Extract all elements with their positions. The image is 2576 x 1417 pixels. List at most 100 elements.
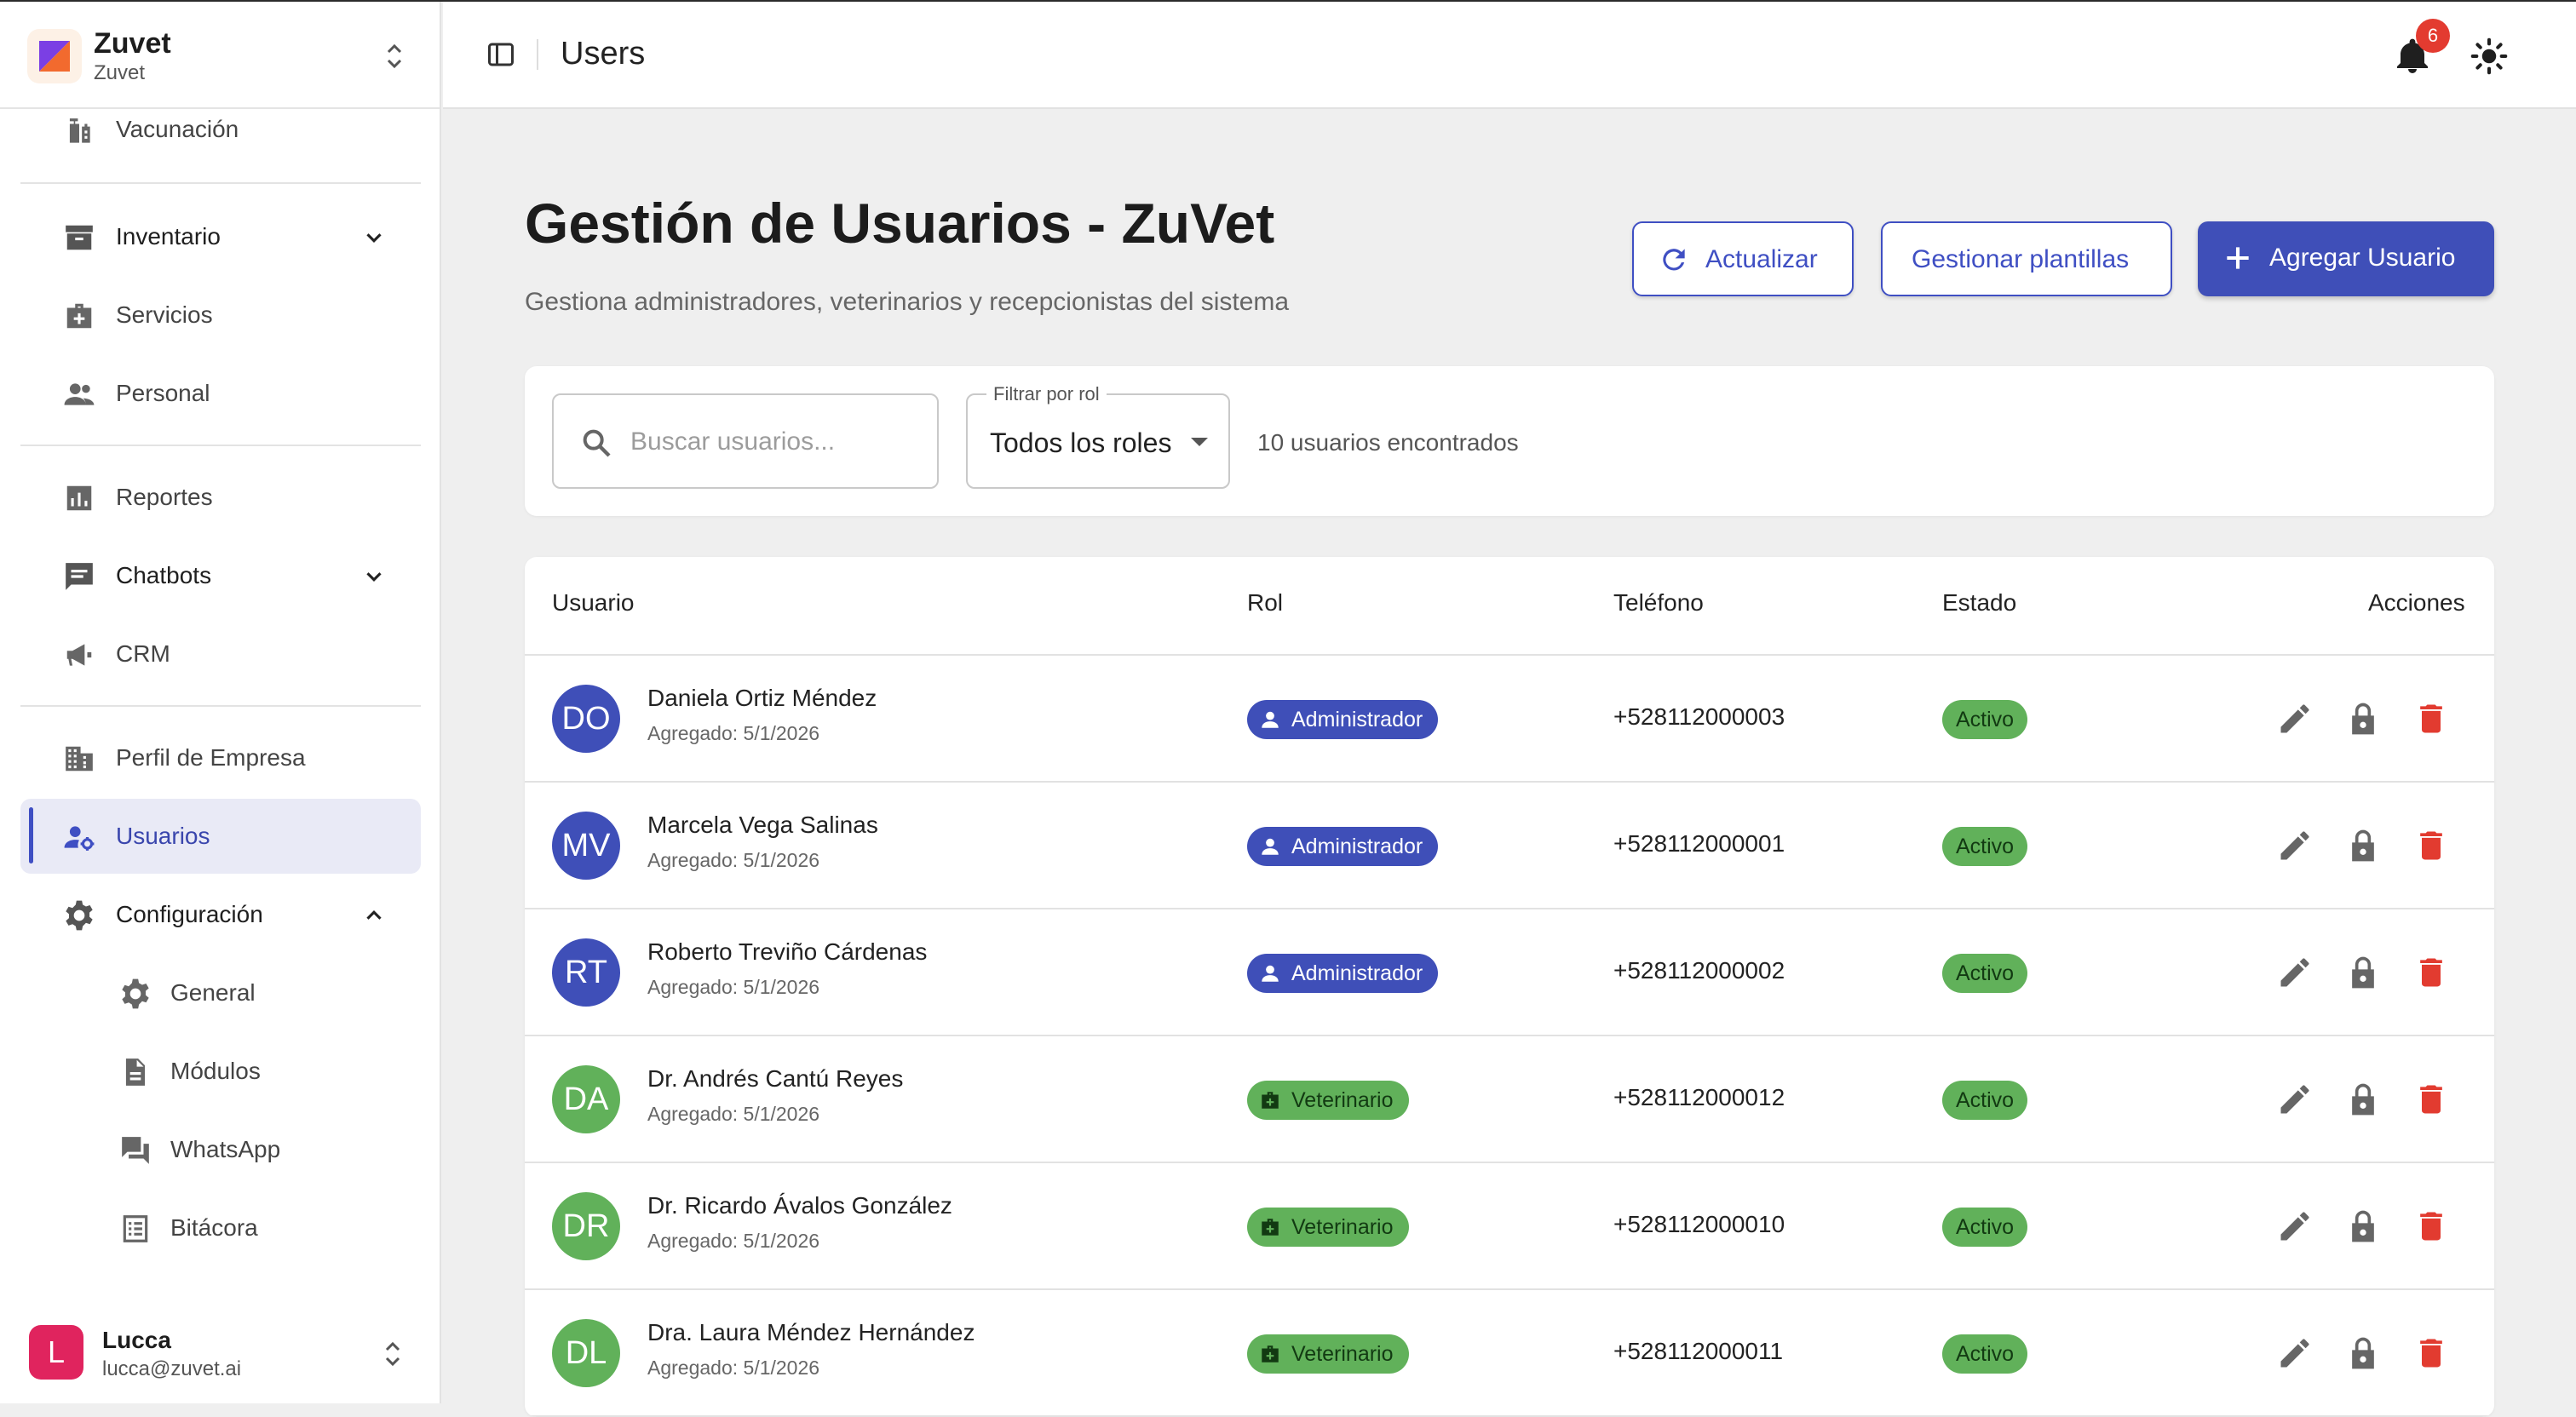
brand-subtitle: Zuvet: [94, 61, 146, 84]
lock-icon[interactable]: [2344, 1334, 2382, 1372]
list-alt-icon: [123, 1215, 148, 1242]
unfold-icon[interactable]: [380, 1337, 405, 1371]
sidebar-item-reportes[interactable]: Reportes: [20, 460, 421, 535]
table-row: RT Roberto Treviño Cárdenas Agregado: 5/…: [525, 909, 2494, 1036]
medical-bag-icon: [1262, 1345, 1279, 1362]
sidebar-divider: [20, 705, 421, 707]
refresh-icon: [1663, 249, 1685, 271]
sidebar-item-configuracion[interactable]: Configuración: [20, 877, 421, 952]
user-account-switcher[interactable]: L Lucca lucca@zuvet.ai: [0, 1305, 440, 1403]
notification-badge: 6: [2416, 19, 2450, 53]
sidebar-item-label: Personal: [116, 380, 210, 406]
user-added-date: Agregado: 5/1/2026: [647, 1103, 820, 1125]
sun-icon[interactable]: [2470, 37, 2508, 75]
sidebar-item-label: Configuración: [116, 901, 263, 927]
unfold-icon[interactable]: [382, 39, 407, 73]
edit-icon[interactable]: [2276, 1208, 2314, 1245]
lock-icon[interactable]: [2344, 954, 2382, 991]
add-user-button[interactable]: Agregar Usuario: [2198, 221, 2494, 296]
brand-switcher[interactable]: Zuvet Zuvet: [0, 2, 440, 109]
sidebar-divider: [20, 182, 421, 184]
trash-icon[interactable]: [2412, 1081, 2450, 1118]
avatar: L: [29, 1325, 83, 1380]
trash-icon[interactable]: [2412, 827, 2450, 864]
sidebar-item-whatsapp[interactable]: WhatsApp: [20, 1112, 421, 1187]
user-name: Dra. Laura Méndez Hernández: [647, 1319, 975, 1345]
avatar: DR: [552, 1192, 620, 1260]
search-box[interactable]: [552, 393, 939, 489]
active-indicator: [29, 807, 33, 863]
page-title: Gestión de Usuarios - ZuVet: [525, 192, 1275, 255]
sidebar-divider: [20, 445, 421, 446]
sidebar-item-label: Inventario: [116, 223, 221, 250]
sidebar-item-chatbots[interactable]: Chatbots: [20, 538, 421, 613]
trash-icon[interactable]: [2412, 700, 2450, 737]
manage-templates-button[interactable]: Gestionar plantillas: [1881, 221, 2172, 296]
sidebar-item-label: General: [170, 979, 256, 1006]
lock-icon[interactable]: [2344, 1081, 2382, 1118]
role-filter-select[interactable]: Filtrar por rol Todos los roles: [966, 383, 1230, 489]
lock-icon[interactable]: [2344, 1208, 2382, 1245]
trash-icon[interactable]: [2412, 1334, 2450, 1372]
sidebar-item-bitacora[interactable]: Bitácora: [20, 1190, 421, 1265]
people-icon: [64, 383, 95, 405]
document-icon: [125, 1058, 146, 1086]
sidebar-item-modulos[interactable]: Módulos: [20, 1034, 421, 1109]
sidebar-item-usuarios[interactable]: Usuarios: [20, 799, 421, 874]
forum-icon: [122, 1137, 149, 1164]
user-added-date: Agregado: 5/1/2026: [647, 722, 820, 744]
sidebar-item-inventario[interactable]: Inventario: [20, 199, 421, 274]
status-badge: Activo: [1942, 827, 2028, 866]
role-badge: Administrador: [1247, 827, 1439, 866]
brand-name: Zuvet: [94, 27, 171, 60]
edit-icon[interactable]: [2276, 1334, 2314, 1372]
sidebar-item-perfil-empresa[interactable]: Perfil de Empresa: [20, 720, 421, 795]
trash-icon[interactable]: [2412, 1208, 2450, 1245]
status-badge: Activo: [1942, 700, 2028, 739]
window-top-border: [0, 0, 2576, 2]
megaphone-icon: [66, 644, 92, 666]
app-window: Zuvet Zuvet Vacunación Inventario Servic…: [0, 0, 2576, 1417]
refresh-button[interactable]: Actualizar: [1632, 221, 1854, 296]
building-icon: [66, 746, 93, 772]
user-email: lucca@zuvet.ai: [102, 1357, 242, 1380]
sidebar-item-label: Chatbots: [116, 562, 212, 588]
edit-icon[interactable]: [2276, 700, 2314, 737]
sidebar-item-label: Servicios: [116, 301, 213, 328]
edit-icon[interactable]: [2276, 1081, 2314, 1118]
trash-icon[interactable]: [2412, 954, 2450, 991]
role-badge-label: Veterinario: [1291, 1088, 1394, 1112]
sidebar-item-label: CRM: [116, 640, 170, 667]
sidebar-item-label: Módulos: [170, 1058, 261, 1084]
search-input[interactable]: [630, 421, 920, 463]
role-badge: Veterinario: [1247, 1081, 1409, 1120]
user-added-date: Agregado: 5/1/2026: [647, 1357, 820, 1379]
lock-icon[interactable]: [2344, 700, 2382, 737]
user-added-date: Agregado: 5/1/2026: [647, 976, 820, 998]
sidebar-item-label: Bitácora: [170, 1214, 258, 1241]
phone-number: +528112000010: [1613, 1211, 1785, 1237]
table-row: DL Dra. Laura Méndez Hernández Agregado:…: [525, 1290, 2494, 1417]
sidebar-item-personal[interactable]: Personal: [20, 356, 421, 431]
medical-bag-icon: [1262, 1092, 1279, 1109]
sidebar-item-general[interactable]: General: [20, 955, 421, 1030]
user-name: Daniela Ortiz Méndez: [647, 685, 877, 711]
status-badge: Activo: [1942, 954, 2028, 993]
avatar: DA: [552, 1065, 620, 1133]
edit-icon[interactable]: [2276, 827, 2314, 864]
brand-logo: [27, 29, 82, 83]
sidebar: Zuvet Zuvet Vacunación Inventario Servic…: [0, 2, 441, 1403]
sidebar-toggle-icon[interactable]: [486, 39, 516, 70]
role-badge-label: Veterinario: [1291, 1342, 1394, 1366]
sidebar-item-servicios[interactable]: Servicios: [20, 278, 421, 353]
sidebar-item-vacunacion[interactable]: Vacunación: [20, 114, 421, 153]
plus-icon: [2227, 247, 2249, 269]
phone-number: +528112000001: [1613, 830, 1785, 857]
user-added-date: Agregado: 5/1/2026: [647, 1230, 820, 1252]
sidebar-item-crm[interactable]: CRM: [20, 617, 421, 691]
lock-icon[interactable]: [2344, 827, 2382, 864]
phone-number: +528112000012: [1613, 1084, 1785, 1110]
table-row: DO Daniela Ortiz Méndez Agregado: 5/1/20…: [525, 656, 2494, 783]
inventory-icon: [66, 225, 93, 250]
edit-icon[interactable]: [2276, 954, 2314, 991]
